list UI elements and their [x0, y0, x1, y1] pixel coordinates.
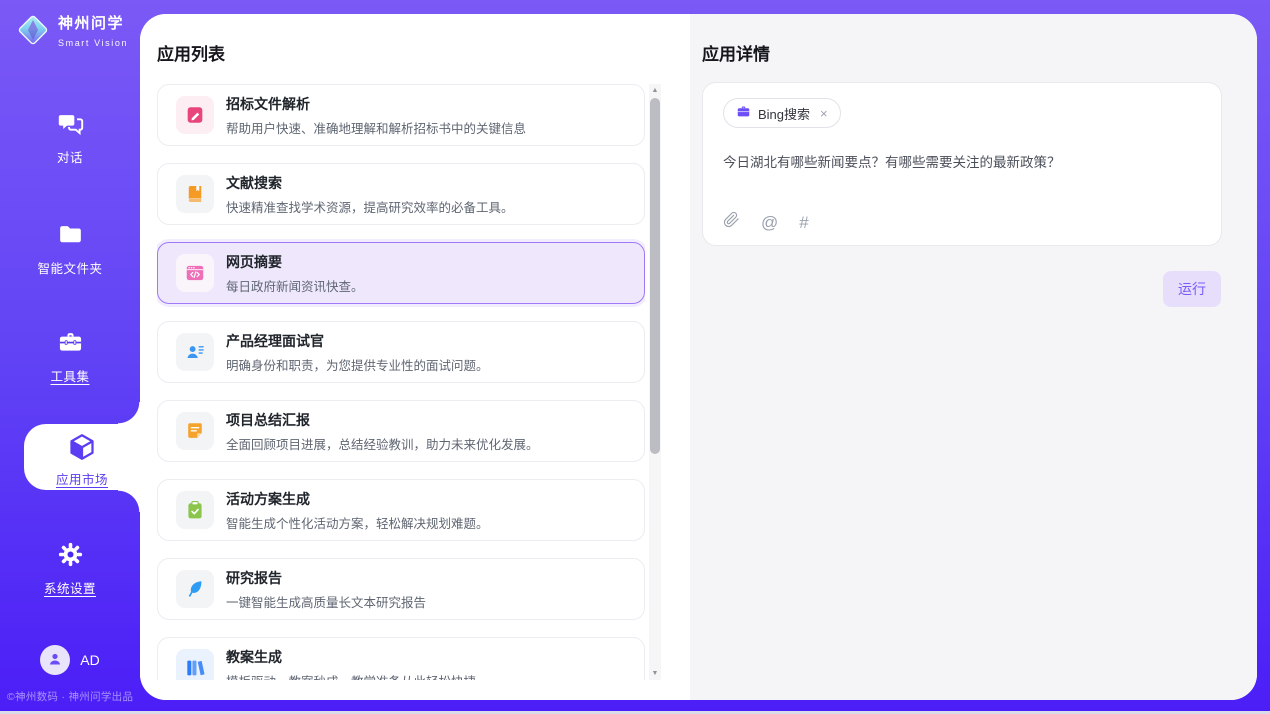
app-card[interactable]: 文献搜索 快速精准查找学术资源，提高研究效率的必备工具。 — [157, 163, 645, 225]
close-icon[interactable]: × — [820, 106, 828, 121]
copyright-footer: ©神州数码 · 神州问学出品 — [7, 689, 133, 704]
sidebar-item-label: 系统设置 — [0, 578, 140, 597]
sidebar-item-toolset[interactable]: 工具集 — [0, 329, 140, 385]
app-card-description: 每日政府新闻资讯快查。 — [226, 276, 364, 295]
app-list-title: 应用列表 — [157, 40, 225, 65]
avatar — [40, 645, 70, 675]
clipboard-check-icon — [176, 491, 214, 529]
tool-tag-label: Bing搜索 — [758, 104, 810, 123]
app-card-title: 教案生成 — [226, 649, 282, 665]
at-icon[interactable]: @ — [761, 214, 778, 231]
main-content: 应用列表 招标文件解析 帮助用户快速、准确地理解和解析招标书中的关键信息 文献搜… — [140, 14, 1257, 700]
composer-toolbar: @ # — [723, 211, 809, 233]
scrollbar-down-icon[interactable]: ▼ — [649, 667, 661, 680]
app-detail-panel: 应用详情 Bing搜索 × 今日湖北有哪些新闻要点？有哪些需要关注的最新政策？ — [690, 14, 1257, 700]
quill-icon — [176, 570, 214, 608]
tool-tag-bing-search[interactable]: Bing搜索 × — [723, 98, 841, 128]
app-card-description: 模板驱动，教案秒成，教学准备从此轻松快捷 — [226, 671, 476, 681]
user-label: AD — [80, 652, 99, 668]
app-card-description: 一键智能生成高质量长文本研究报告 — [226, 592, 426, 611]
app-card-description: 帮助用户快速、准确地理解和解析招标书中的关键信息 — [226, 118, 526, 137]
toolbox-icon — [0, 329, 140, 361]
run-button[interactable]: 运行 — [1163, 271, 1221, 307]
app-card-description: 明确身份和职责，为您提供专业性的面试问题。 — [226, 355, 489, 374]
sidebar-item-smart-folder[interactable]: 智能文件夹 — [0, 221, 140, 277]
app-card[interactable]: 活动方案生成 智能生成个性化活动方案，轻松解决规划难题。 — [157, 479, 645, 541]
app-list-scrollbar[interactable]: ▲ ▼ — [649, 84, 661, 680]
sidebar-item-chat[interactable]: 对话 — [0, 110, 140, 166]
browser-code-icon — [176, 254, 214, 292]
person-doc-icon — [176, 333, 214, 371]
app-detail-title: 应用详情 — [702, 40, 770, 65]
prompt-input[interactable]: 今日湖北有哪些新闻要点？有哪些需要关注的最新政策？ — [723, 153, 1201, 173]
app-card-title: 产品经理面试官 — [226, 333, 324, 349]
person-icon — [46, 650, 64, 671]
book-icon — [176, 175, 214, 213]
sidebar-item-label: 工具集 — [0, 366, 140, 385]
sidebar-item-label: 应用市场 — [24, 469, 140, 488]
sidebar-item-settings[interactable]: 系统设置 — [0, 541, 140, 597]
app-card-description: 快速精准查找学术资源，提高研究效率的必备工具。 — [226, 197, 514, 216]
doc-edit-icon — [176, 96, 214, 134]
sidebar-item-label: 智能文件夹 — [0, 258, 140, 277]
app-list: 招标文件解析 帮助用户快速、准确地理解和解析招标书中的关键信息 文献搜索 快速精… — [157, 84, 645, 680]
app-card[interactable]: 教案生成 模板驱动，教案秒成，教学准备从此轻松快捷 — [157, 637, 645, 680]
briefcase-icon — [736, 104, 751, 122]
gear-icon — [0, 541, 140, 573]
user-account[interactable]: AD — [0, 645, 140, 675]
brand: 神州问学 Smart Vision — [15, 12, 140, 53]
app-card-title: 研究报告 — [226, 570, 282, 586]
app-card-title: 项目总结汇报 — [226, 412, 310, 428]
folder-icon — [0, 221, 140, 253]
app-card-title: 活动方案生成 — [226, 491, 310, 507]
app-card[interactable]: 招标文件解析 帮助用户快速、准确地理解和解析招标书中的关键信息 — [157, 84, 645, 146]
app-card[interactable]: 产品经理面试官 明确身份和职责，为您提供专业性的面试问题。 — [157, 321, 645, 383]
diamond-logo-icon — [15, 12, 51, 53]
books-icon — [176, 649, 214, 680]
cube-icon — [24, 432, 140, 467]
app-list-panel: 应用列表 招标文件解析 帮助用户快速、准确地理解和解析招标书中的关键信息 文献搜… — [140, 14, 690, 700]
app-card-title: 网页摘要 — [226, 254, 282, 270]
chat-icon — [0, 110, 140, 142]
sidebar-item-app-market[interactable]: 应用市场 — [24, 424, 140, 490]
app-window: 神州问学 Smart Vision 对话 智能文件夹 — [0, 0, 1270, 714]
hash-icon[interactable]: # — [799, 214, 808, 231]
sidebar-item-label: 对话 — [0, 147, 140, 166]
brand-name: 神州问学 — [58, 15, 124, 32]
app-card[interactable]: 研究报告 一键智能生成高质量长文本研究报告 — [157, 558, 645, 620]
app-card-title: 招标文件解析 — [226, 96, 310, 112]
app-card-description: 智能生成个性化活动方案，轻松解决规划难题。 — [226, 513, 489, 532]
brand-subtitle: Smart Vision — [58, 38, 128, 48]
app-card-description: 全面回顾项目进展，总结经验教训，助力未来优化发展。 — [226, 434, 539, 453]
scrollbar-thumb[interactable] — [650, 98, 660, 454]
scrollbar-up-icon[interactable]: ▲ — [649, 84, 661, 97]
app-card-title: 文献搜索 — [226, 175, 282, 191]
paperclip-icon[interactable] — [723, 211, 740, 233]
app-card[interactable]: 网页摘要 每日政府新闻资讯快查。 — [157, 242, 645, 304]
sidebar: 神州问学 Smart Vision 对话 智能文件夹 — [0, 0, 140, 711]
app-card[interactable]: 项目总结汇报 全面回顾项目进展，总结经验教训，助力未来优化发展。 — [157, 400, 645, 462]
note-icon — [176, 412, 214, 450]
prompt-card: Bing搜索 × 今日湖北有哪些新闻要点？有哪些需要关注的最新政策？ @ # — [702, 82, 1222, 246]
